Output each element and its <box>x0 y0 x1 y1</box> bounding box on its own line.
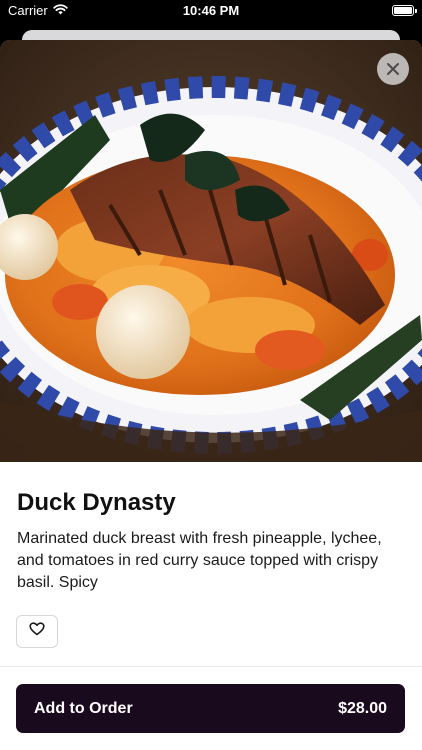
favorite-button[interactable] <box>16 615 58 648</box>
item-title: Duck Dynasty <box>17 489 176 516</box>
item-detail-sheet: Duck Dynasty Marinated duck breast with … <box>0 40 422 750</box>
item-photo <box>0 40 422 462</box>
item-description: Marinated duck breast with fresh pineapp… <box>17 530 382 591</box>
item-info: Duck Dynasty Marinated duck breast with … <box>0 462 422 594</box>
battery-icon <box>392 5 417 16</box>
dish-illustration <box>0 40 422 462</box>
screen: Carrier 10:46 PM Duck Dynasty Marinated … <box>0 0 422 750</box>
status-bar: Carrier 10:46 PM <box>0 0 422 22</box>
close-button[interactable] <box>377 53 409 85</box>
close-icon <box>386 62 400 76</box>
status-right <box>392 5 417 16</box>
divider <box>0 666 422 667</box>
add-to-order-button[interactable]: Add to Order $28.00 <box>16 684 405 733</box>
status-time: 10:46 PM <box>182 3 240 18</box>
item-price: $28.00 <box>338 699 387 717</box>
heart-icon <box>29 622 45 641</box>
add-to-order-label: Add to Order <box>34 699 133 717</box>
